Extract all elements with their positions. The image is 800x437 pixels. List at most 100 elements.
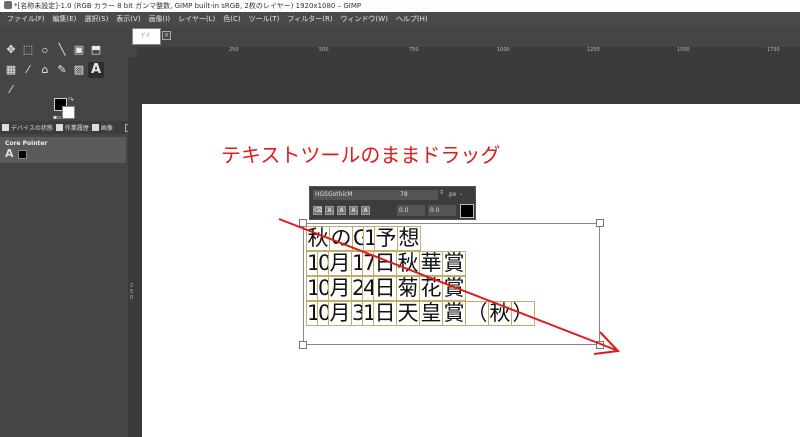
resize-handle-bottom-left[interactable] — [299, 341, 307, 349]
menu-layer[interactable]: レイヤー(L) — [174, 12, 219, 26]
text-char: 賞 — [442, 251, 466, 276]
undo-history-icon — [55, 124, 63, 131]
text-char: 花 — [419, 276, 443, 301]
toolbox: ✥ ⬚ ဝ ╲ ▣ ⬒ ▦ ⁄ ⌂ ✎ ▨ A ⁄ ↷ ▪▫ — [0, 26, 137, 437]
kerning-input[interactable]: 0.0 — [428, 205, 456, 216]
lasso-tool-icon[interactable]: ဝ — [37, 42, 53, 58]
text-line: 1 0 月 3 1 日 天 皇 賞 （ 秋 ） — [306, 301, 535, 326]
text-style-toolbar: HGSGothicM 78 ⇕ px ⌄ ⌫ A A A A 0.0 0.0 — [309, 186, 476, 220]
swap-colors-icon[interactable]: ↷ — [68, 96, 74, 104]
ruler-label: 1000 — [497, 47, 510, 53]
menu-tools[interactable]: ツール(T) — [245, 12, 284, 26]
text-char: （ — [465, 301, 489, 326]
horizontal-ruler[interactable]: 250 500 750 1000 1250 1500 1750 — [137, 47, 800, 57]
unit-select[interactable]: px — [449, 191, 456, 198]
bold-button[interactable]: A — [325, 206, 334, 215]
strikethrough-button[interactable]: A — [361, 206, 370, 215]
size-spinner-icon[interactable]: ⇕ — [439, 189, 444, 196]
menu-windows[interactable]: ウィンドウ(W) — [337, 12, 392, 26]
dock-tabbar: デバイスの状態 作業履歴 画像 — [0, 121, 137, 134]
close-image-tab-icon[interactable]: × — [162, 31, 171, 40]
font-input[interactable]: HGSGothicM — [313, 190, 398, 200]
move-tool-icon[interactable]: ✥ — [3, 42, 19, 58]
device-name: Core Pointer — [5, 140, 48, 147]
tab-images-label: 画像 — [100, 125, 113, 132]
font-size-input[interactable]: 78 — [398, 190, 438, 200]
ruler-label: 500 — [319, 47, 329, 53]
menu-colors[interactable]: 色(C) — [219, 12, 244, 26]
text-color-button[interactable] — [460, 204, 474, 218]
text-char: 秋 — [306, 226, 330, 251]
text-tool-icon[interactable]: A — [88, 62, 104, 78]
fuzzy-select-tool-icon[interactable]: ╲ — [54, 42, 70, 58]
baseline-input[interactable]: 0.0 — [397, 205, 425, 216]
gradient-tool-icon[interactable]: ▦ — [3, 62, 19, 78]
text-char: ） — [511, 301, 535, 326]
text-char: 予 — [374, 226, 398, 251]
ruler-label: 1250 — [587, 47, 600, 53]
window-titlebar: *[名称未設定]-1.0 (RGB カラー 8 bit ガンマ整数, GIMP … — [0, 0, 800, 12]
ruler-label: 750 — [409, 47, 419, 53]
text-char: 秋 — [488, 301, 512, 326]
text-char: 月 — [328, 251, 352, 276]
text-line: 1 0 月 2 4 日 菊 花 賞 — [306, 276, 534, 301]
text-char: 想 — [397, 226, 421, 251]
text-char: 日 — [373, 251, 397, 276]
tab-device-status-label: デバイスの状態 — [11, 125, 53, 132]
menu-edit[interactable]: 編集(E) — [49, 12, 81, 26]
smudge-tool-icon[interactable]: ▨ — [71, 62, 87, 78]
color-picker-tool-icon[interactable]: ⁄ — [3, 82, 19, 98]
text-char: 菊 — [396, 276, 420, 301]
window-title: *[名称未設定]-1.0 (RGB カラー 8 bit ガンマ整数, GIMP … — [14, 2, 362, 10]
annotation-text: テキストツールのままドラッグ — [221, 143, 501, 167]
default-colors-icon[interactable]: ▪▫ — [53, 114, 61, 121]
eraser-tool-icon[interactable]: ⌂ — [37, 62, 53, 78]
menu-help[interactable]: ヘルプ(H) — [392, 12, 432, 26]
text-char: 日 — [373, 276, 397, 301]
text-char: 天 — [396, 301, 420, 326]
tool-row-3: ⁄ — [3, 82, 19, 98]
clear-style-button[interactable]: ⌫ — [313, 206, 322, 215]
rect-select-tool-icon[interactable]: ⬚ — [20, 42, 36, 58]
menu-select[interactable]: 選択(S) — [80, 12, 112, 26]
ruler-label: 0 — [130, 295, 134, 301]
tab-images[interactable]: 画像 — [91, 123, 113, 132]
images-icon — [91, 124, 99, 131]
device-status-panel: Core Pointer A — [0, 137, 126, 163]
ruler-label: 250 — [229, 47, 239, 53]
device-fg-color — [18, 150, 27, 159]
text-line: 秋 の G 1 予 想 — [306, 226, 534, 251]
text-char: 秋 — [396, 251, 420, 276]
resize-handle-top-right[interactable] — [596, 219, 604, 227]
device-text-tool-icon: A — [5, 147, 14, 160]
background-color-swatch[interactable] — [62, 106, 75, 119]
underline-button[interactable]: A — [349, 206, 358, 215]
menu-view[interactable]: 表示(V) — [112, 12, 144, 26]
text-char: 月 — [328, 301, 352, 326]
menu-image[interactable]: 画像(I) — [145, 12, 175, 26]
italic-button[interactable]: A — [337, 206, 346, 215]
tab-undo-history[interactable]: 作業履歴 — [55, 123, 89, 132]
image-tabbar: ﾃﾞﾊﾞ × — [132, 26, 800, 47]
clone-tool-icon[interactable]: ✎ — [54, 62, 70, 78]
ruler-label: 1750 — [767, 47, 780, 53]
menu-bar: ファイル(F) 編集(E) 選択(S) 表示(V) 画像(I) レイヤー(L) … — [0, 12, 800, 26]
tool-row-2: ▦ ⁄ ⌂ ✎ ▨ A — [3, 62, 104, 78]
image-tab-thumbnail[interactable]: ﾃﾞﾊﾞ — [132, 28, 161, 45]
transform-tool-icon[interactable]: ⬒ — [88, 42, 104, 58]
crop-tool-icon[interactable]: ▣ — [71, 42, 87, 58]
ruler-label: 1500 — [677, 47, 690, 53]
text-char: 華 — [419, 251, 443, 276]
menu-file[interactable]: ファイル(F) — [3, 12, 49, 26]
gimp-logo-icon — [4, 1, 12, 9]
brush-tool-icon[interactable]: ⁄ — [20, 62, 36, 78]
unit-caret-icon[interactable]: ⌄ — [459, 191, 463, 197]
vertical-ruler[interactable]: 2 5 0 — [128, 57, 137, 437]
tab-device-status[interactable]: デバイスの状態 — [2, 123, 53, 132]
tab-undo-history-label: 作業履歴 — [64, 125, 89, 132]
text-char: 賞 — [442, 301, 466, 326]
text-line: 1 0 月 1 7 日 秋 華 賞 — [306, 251, 534, 276]
menu-filters[interactable]: フィルター(R) — [283, 12, 336, 26]
text-char: 賞 — [442, 276, 466, 301]
resize-handle-bottom-right[interactable] — [596, 341, 604, 349]
